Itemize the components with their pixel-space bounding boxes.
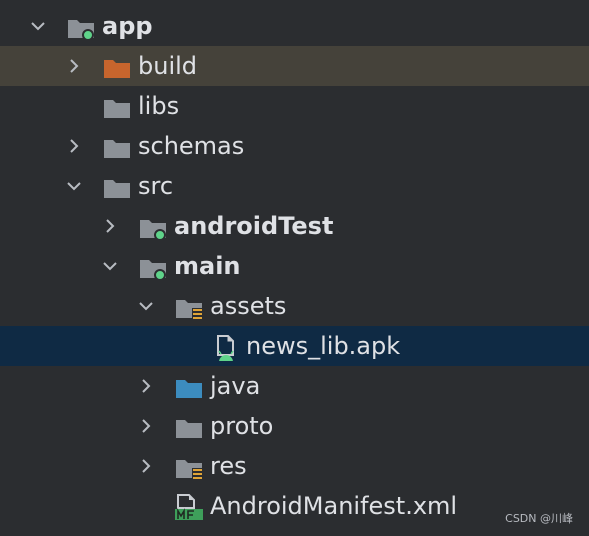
chevron-down-icon[interactable] bbox=[30, 18, 46, 34]
folder-icon bbox=[104, 140, 130, 158]
tree-label-build: build bbox=[138, 52, 198, 80]
tree-row-app[interactable]: app bbox=[0, 6, 589, 46]
folder-icon bbox=[104, 180, 130, 198]
tree-row-androidtest[interactable]: androidTest bbox=[0, 206, 589, 246]
tree-row-android-manifest[interactable]: AndroidManifest.xml bbox=[0, 486, 589, 526]
module-folder-icon bbox=[68, 20, 94, 40]
tree-row-res[interactable]: res bbox=[0, 446, 589, 486]
chevron-right-icon[interactable] bbox=[138, 418, 154, 434]
tree-label-news-lib-apk: news_lib.apk bbox=[246, 332, 401, 360]
resources-folder-icon bbox=[176, 300, 203, 319]
chevron-right-icon[interactable] bbox=[102, 218, 118, 234]
chevron-right-icon[interactable] bbox=[66, 58, 82, 74]
tree-row-src[interactable]: src bbox=[0, 166, 589, 206]
chevron-right-icon[interactable] bbox=[138, 378, 154, 394]
module-folder-icon bbox=[140, 220, 166, 240]
chevron-down-icon[interactable] bbox=[102, 258, 118, 274]
resources-folder-icon bbox=[176, 460, 203, 479]
tree-label-schemas: schemas bbox=[138, 132, 245, 160]
tree-row-java[interactable]: java bbox=[0, 366, 589, 406]
tree-label-libs: libs bbox=[138, 92, 180, 120]
android-apk-file-icon bbox=[217, 335, 234, 361]
tree-label-app: app bbox=[102, 12, 153, 40]
tree-row-libs[interactable]: libs bbox=[0, 86, 589, 126]
tree-row-news-lib-apk[interactable]: news_lib.apk bbox=[0, 326, 589, 366]
watermark: CSDN @川峰 bbox=[505, 512, 573, 525]
tree-row-build[interactable]: build bbox=[0, 46, 589, 86]
chevron-right-icon[interactable] bbox=[66, 138, 82, 154]
module-folder-icon bbox=[140, 260, 166, 280]
chevron-right-icon[interactable] bbox=[138, 458, 154, 474]
chevron-down-icon[interactable] bbox=[138, 298, 154, 314]
tree-row-main[interactable]: main bbox=[0, 246, 589, 286]
tree-label-java: java bbox=[210, 372, 261, 400]
project-tree: app build libs schemas src androidTest m… bbox=[0, 6, 589, 526]
tree-label-assets: assets bbox=[210, 292, 287, 320]
tree-row-assets[interactable]: assets bbox=[0, 286, 589, 326]
tree-label-androidtest: androidTest bbox=[174, 212, 334, 240]
folder-icon bbox=[176, 420, 202, 438]
manifest-file-icon bbox=[175, 494, 203, 520]
tree-label-proto: proto bbox=[210, 412, 274, 440]
tree-label-res: res bbox=[210, 452, 247, 480]
tree-label-android-manifest: AndroidManifest.xml bbox=[210, 492, 458, 520]
tree-row-schemas[interactable]: schemas bbox=[0, 126, 589, 166]
source-folder-icon bbox=[176, 380, 202, 398]
folder-icon bbox=[104, 100, 130, 118]
tree-label-src: src bbox=[138, 172, 174, 200]
tree-row-proto[interactable]: proto bbox=[0, 406, 589, 446]
chevron-down-icon[interactable] bbox=[66, 178, 82, 194]
tree-label-main: main bbox=[174, 252, 241, 280]
excluded-folder-icon bbox=[104, 60, 130, 78]
